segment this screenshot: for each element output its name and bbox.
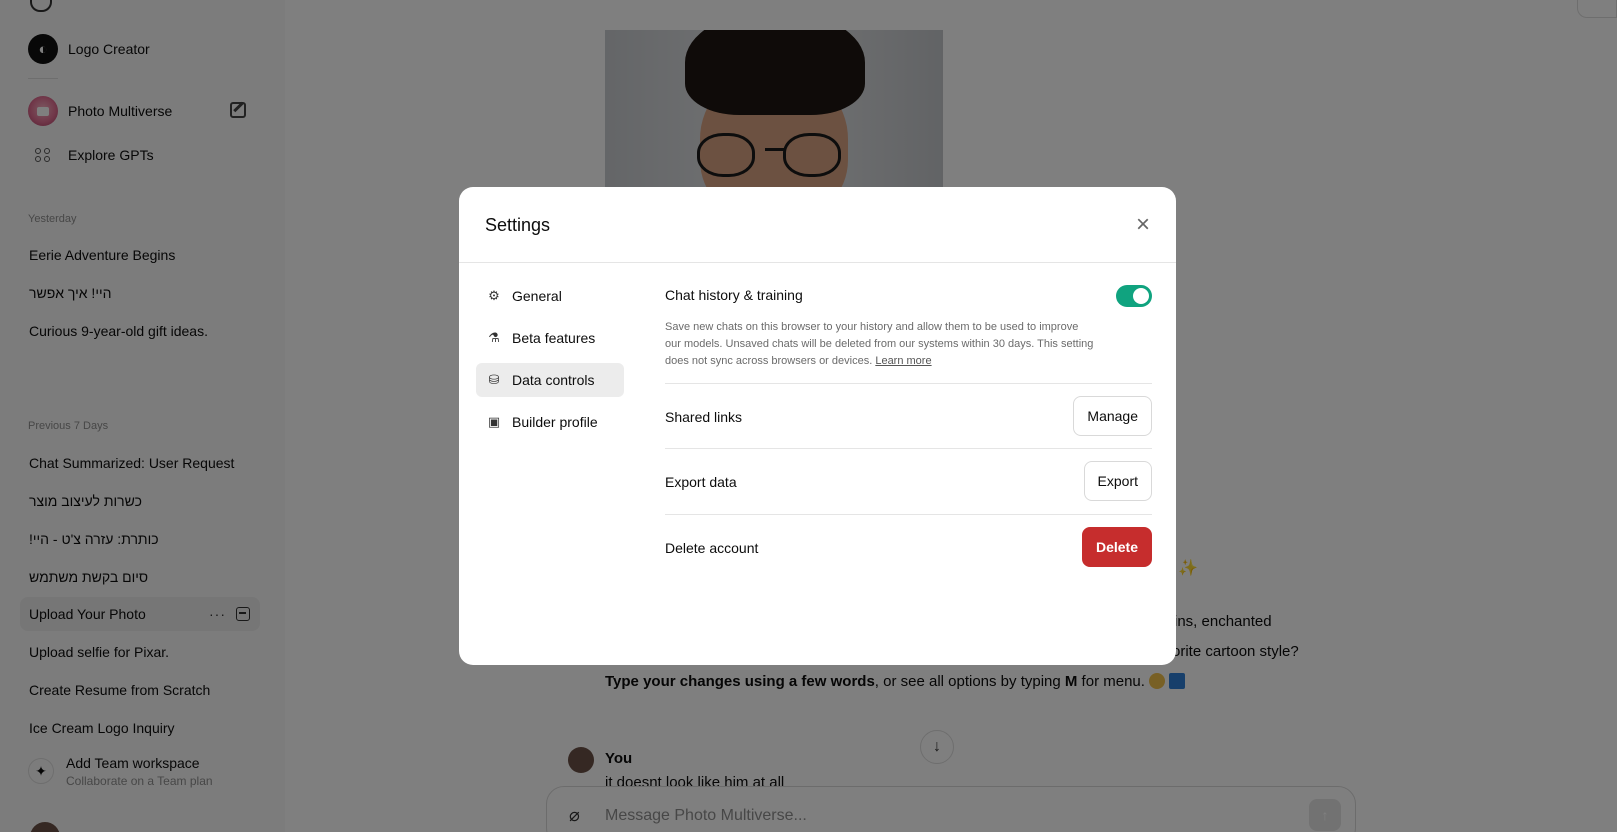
tab-general[interactable]: ⚙ General: [476, 279, 624, 313]
tab-label: General: [512, 288, 562, 304]
shared-links-label: Shared links: [665, 409, 743, 425]
divider: [665, 383, 1152, 384]
delete-account-label: Delete account: [665, 540, 759, 556]
export-button[interactable]: Export: [1083, 461, 1152, 501]
database-icon: ⛁: [488, 372, 500, 387]
settings-nav: ⚙ General ⚗ Beta features ⛁ Data control…: [476, 279, 624, 447]
chat-history-description: Save new chats on this browser to your h…: [665, 319, 1095, 370]
tab-data-controls[interactable]: ⛁ Data controls: [476, 363, 624, 397]
learn-more-link[interactable]: Learn more: [875, 355, 931, 367]
divider: [665, 448, 1152, 449]
tab-builder-profile[interactable]: ▣ Builder profile: [476, 405, 624, 439]
flask-icon: ⚗: [488, 330, 500, 345]
tab-label: Beta features: [512, 330, 596, 346]
delete-button[interactable]: Delete: [1081, 527, 1152, 567]
gear-icon: ⚙: [488, 288, 500, 303]
data-controls-panel: Chat history & training Save new chats o…: [665, 187, 1152, 665]
tab-label: Data controls: [512, 372, 595, 388]
chat-history-label: Chat history & training: [665, 287, 803, 303]
divider: [665, 514, 1152, 515]
chat-history-toggle[interactable]: [1116, 285, 1152, 307]
tab-beta-features[interactable]: ⚗ Beta features: [476, 321, 624, 355]
id-card-icon: ▣: [487, 414, 501, 429]
tab-label: Builder profile: [512, 414, 598, 430]
settings-title: Settings: [485, 215, 551, 235]
manage-button[interactable]: Manage: [1073, 396, 1152, 436]
export-data-label: Export data: [665, 474, 737, 490]
settings-modal: Settings × ⚙ General ⚗ Beta features ⛁ D…: [459, 187, 1176, 665]
